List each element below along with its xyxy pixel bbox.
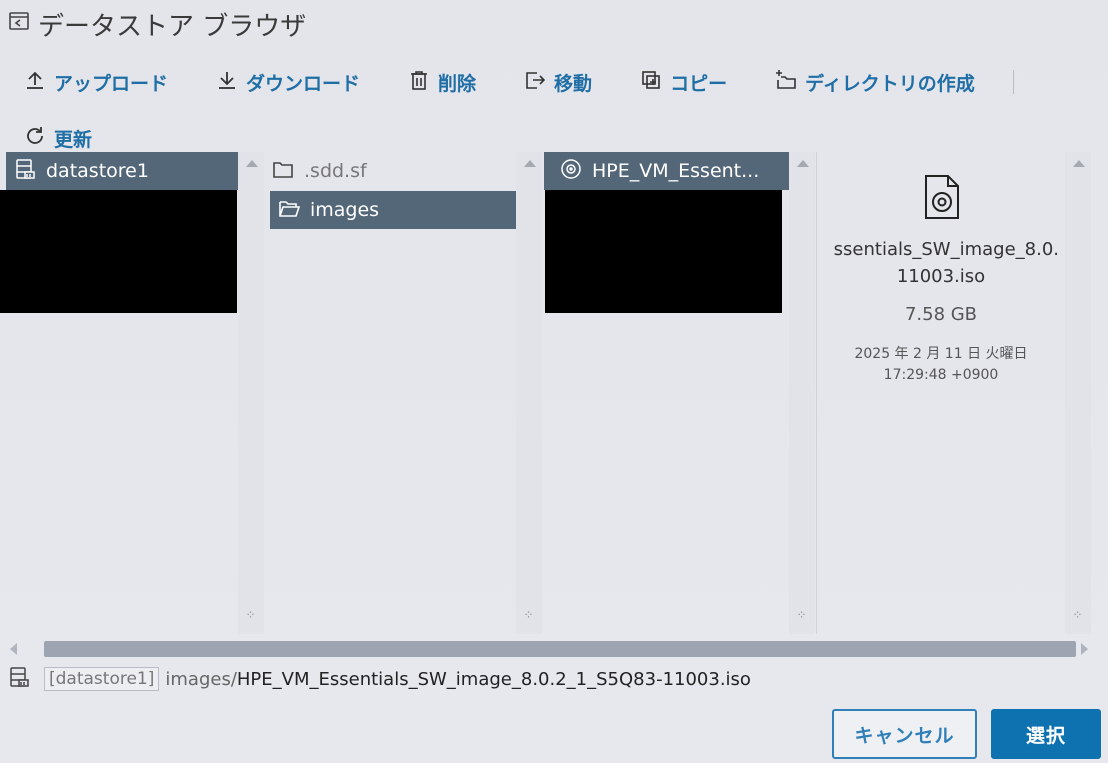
- copy-label: コピー: [670, 72, 728, 95]
- cancel-button[interactable]: キャンセル: [832, 709, 977, 759]
- trash-icon: [408, 69, 430, 96]
- scroll-right-arrow-icon[interactable]: [1081, 643, 1088, 655]
- column-browser: datastore1 ⁘ .sdd.sf images ⁘ HPE_VM_Ess…: [0, 152, 1096, 634]
- create-directory-label: ディレクトリの作成: [805, 72, 975, 95]
- open-folder-icon: [278, 197, 301, 224]
- upload-button[interactable]: アップロード: [24, 69, 169, 96]
- disc-image-icon: [560, 158, 582, 185]
- preview-file-name-line2: 11003.iso: [896, 266, 986, 287]
- file-preview-pane: ssentials_SW_image_8.0. 11003.iso 7.58 G…: [817, 152, 1065, 634]
- datastore-icon: [14, 158, 36, 185]
- dialog-title-text: データストア ブラウザ: [38, 11, 307, 42]
- folder-column-scrollbar[interactable]: ⁘: [516, 152, 542, 634]
- folder-item[interactable]: .sdd.sf: [264, 152, 516, 190]
- preview-file-name: ssentials_SW_image_8.0. 11003.iso: [817, 236, 1065, 290]
- redacted-area: [0, 190, 237, 313]
- move-icon: [524, 69, 546, 96]
- preview-file-size: 7.58 GB: [904, 304, 978, 325]
- path-datastore-chip: [datastore1]: [44, 667, 160, 691]
- delete-button[interactable]: 削除: [408, 69, 477, 96]
- file-item[interactable]: HPE_VM_Essent...: [544, 152, 789, 190]
- scrollbar-thumb[interactable]: [44, 641, 1076, 657]
- toolbar: アップロード ダウンロード 削除 移動 コピー ディレクトリの作成 更新: [24, 69, 1084, 152]
- move-label: 移動: [554, 72, 593, 95]
- download-icon: [216, 69, 238, 96]
- folder-icon: [272, 158, 294, 185]
- resize-grip-icon[interactable]: ⁘: [244, 609, 258, 626]
- file-column-scrollbar[interactable]: ⁘: [789, 152, 815, 634]
- upload-label: アップロード: [54, 72, 169, 95]
- resize-grip-icon[interactable]: ⁘: [522, 609, 536, 626]
- new-folder-icon: [775, 69, 797, 96]
- delete-label: 削除: [438, 72, 477, 95]
- refresh-icon: [24, 125, 46, 152]
- file-column: HPE_VM_Essent... ⁘: [542, 152, 817, 634]
- refresh-label: 更新: [54, 128, 93, 151]
- path-file-name: HPE_VM_Essentials_SW_image_8.0.2_1_S5Q83…: [236, 668, 751, 690]
- download-button[interactable]: ダウンロード: [216, 69, 361, 96]
- preview-file-name-line1: ssentials_SW_image_8.0.: [833, 239, 1059, 260]
- datastore-column: datastore1 ⁘: [0, 152, 264, 634]
- folder-label: images: [310, 199, 380, 221]
- datastore-browser-icon: [8, 9, 30, 39]
- copy-icon: [640, 69, 662, 96]
- datastore-browser-dialog: データストア ブラウザ アップロード ダウンロード 削除 移動 コピー ディレク…: [0, 0, 1108, 763]
- dialog-title: データストア ブラウザ: [8, 6, 306, 42]
- download-label: ダウンロード: [246, 72, 361, 95]
- selected-path: [datastore1] images/HPE_VM_Essentials_SW…: [8, 664, 751, 694]
- file-label: HPE_VM_Essent...: [592, 160, 760, 182]
- redacted-area: [545, 190, 782, 313]
- folder-item-selected[interactable]: images: [270, 191, 516, 229]
- select-button[interactable]: 選択: [991, 709, 1101, 759]
- datastore-label: datastore1: [46, 160, 149, 182]
- create-directory-button[interactable]: ディレクトリの作成: [775, 69, 975, 96]
- resize-grip-icon[interactable]: ⁘: [1071, 609, 1085, 626]
- copy-button[interactable]: コピー: [640, 69, 728, 96]
- datastore-icon: [8, 666, 30, 693]
- preview-time: 17:29:48 +0900: [883, 367, 999, 383]
- resize-grip-icon[interactable]: ⁘: [795, 609, 809, 626]
- move-button[interactable]: 移動: [524, 69, 593, 96]
- preview-column-scrollbar[interactable]: ⁘: [1065, 152, 1091, 634]
- folder-label: .sdd.sf: [304, 160, 367, 182]
- datastore-item[interactable]: datastore1: [6, 152, 238, 190]
- path-directory: images/: [165, 668, 237, 690]
- refresh-button[interactable]: 更新: [24, 125, 93, 152]
- upload-icon: [24, 69, 46, 96]
- preview-date: 2025 年 2 月 11 日 火曜日: [854, 346, 1028, 362]
- datastore-column-scrollbar[interactable]: ⁘: [238, 152, 264, 634]
- horizontal-scrollbar[interactable]: [6, 638, 1096, 660]
- scroll-left-arrow-icon[interactable]: [10, 643, 17, 655]
- toolbar-separator: [1012, 70, 1014, 94]
- folder-column: .sdd.sf images ⁘: [264, 152, 542, 634]
- preview-file-date: 2025 年 2 月 11 日 火曜日 17:29:48 +0900: [817, 344, 1065, 386]
- iso-file-icon: [922, 174, 962, 220]
